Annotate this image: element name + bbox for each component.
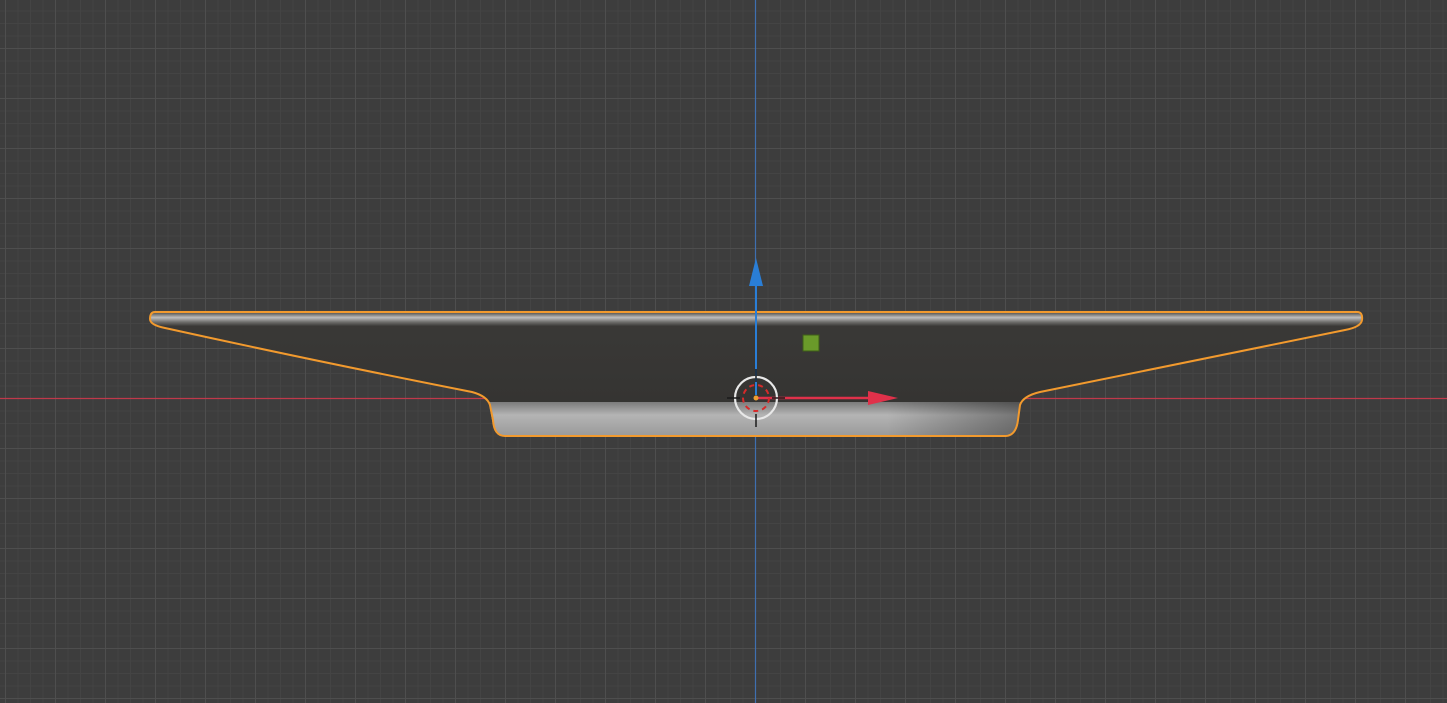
cursor-center-dot	[753, 395, 759, 401]
3d-viewport[interactable]	[0, 0, 1447, 703]
object-origin-marker[interactable]	[802, 334, 820, 352]
viewport-canvas[interactable]	[0, 0, 1447, 703]
saucer-foot-shade	[488, 398, 1020, 436]
gizmo-z-arrow-icon[interactable]	[749, 258, 763, 286]
